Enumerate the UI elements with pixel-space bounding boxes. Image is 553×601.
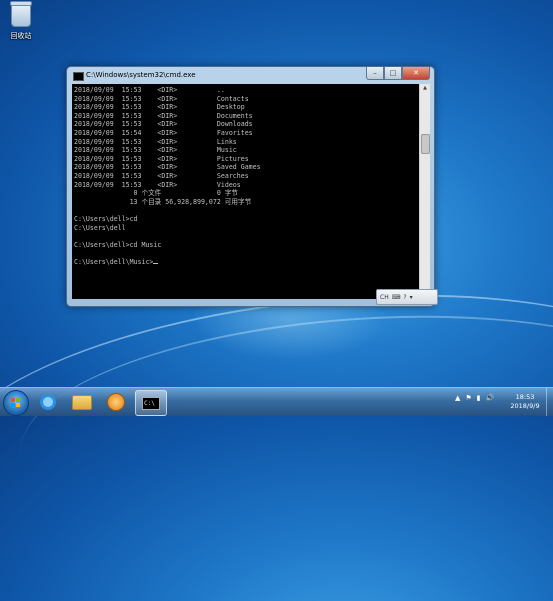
text-cursor bbox=[153, 262, 159, 264]
console-line: 2018/09/09 15:53 <DIR> Videos bbox=[74, 180, 241, 189]
cmd-window[interactable]: C:\Windows\system32\cmd.exe – □ ✕ 2018/0… bbox=[66, 66, 435, 307]
taskbar-explorer-button[interactable] bbox=[67, 390, 97, 414]
console-line: C:\Users\dell bbox=[74, 223, 126, 232]
console-line: 2018/09/09 15:53 <DIR> Music bbox=[74, 146, 237, 155]
volume-icon[interactable]: 🔊 bbox=[486, 394, 495, 402]
window-title: C:\Windows\system32\cmd.exe bbox=[86, 71, 196, 79]
show-hidden-icons-icon[interactable]: ▲ bbox=[455, 394, 460, 402]
taskbar-ie-button[interactable] bbox=[33, 390, 63, 414]
windows-logo-icon bbox=[11, 398, 21, 408]
console-line: 2018/09/09 15:53 <DIR> Pictures bbox=[74, 154, 249, 163]
options-icon[interactable]: ▾ bbox=[410, 294, 413, 301]
console-line: 0 个文件 0 字节 bbox=[74, 189, 238, 198]
console-line: 2018/09/09 15:53 <DIR> Documents bbox=[74, 111, 253, 120]
help-icon[interactable]: ? bbox=[403, 294, 406, 301]
console-line: 2018/09/09 15:53 <DIR> Saved Games bbox=[74, 163, 261, 172]
console-line: 2018/09/09 15:53 <DIR> Downloads bbox=[74, 120, 253, 129]
start-button[interactable] bbox=[3, 390, 29, 416]
system-tray: ▲ ⚑ ▮ 🔊 bbox=[455, 394, 494, 402]
recycle-bin-label: 回收站 bbox=[10, 32, 32, 40]
keyboard-icon[interactable]: ⌨ bbox=[392, 294, 401, 301]
clock-date: 2018/9/9 bbox=[510, 402, 540, 410]
console-line: C:\Users\dell>cd bbox=[74, 214, 138, 223]
console-line: 2018/09/09 15:53 <DIR> .. bbox=[74, 86, 225, 94]
language-bar[interactable]: CH ⌨ ? ▾ bbox=[376, 289, 438, 305]
scroll-thumb[interactable] bbox=[421, 134, 430, 154]
taskbar: C:\ ▲ ⚑ ▮ 🔊 18:53 2018/9/9 bbox=[0, 387, 553, 416]
console-line: 13 个目录 56,928,899,072 可用字节 bbox=[74, 197, 252, 206]
vertical-scrollbar[interactable]: ▲ ▼ bbox=[419, 84, 430, 299]
window-titlebar[interactable]: C:\Windows\system32\cmd.exe – □ ✕ bbox=[67, 67, 434, 84]
recycle-bin[interactable]: 回收站 bbox=[4, 1, 38, 41]
console-lines: 2018/09/09 15:53 <DIR> .. 2018/09/09 15:5… bbox=[74, 86, 261, 266]
action-center-icon[interactable]: ⚑ bbox=[465, 394, 471, 402]
scroll-up-icon[interactable]: ▲ bbox=[420, 84, 430, 93]
clock-time: 18:53 bbox=[515, 393, 535, 401]
taskbar-clock[interactable]: 18:53 2018/9/9 bbox=[505, 393, 545, 411]
recycle-bin-icon bbox=[10, 1, 32, 27]
language-indicator[interactable]: CH bbox=[380, 294, 389, 301]
show-desktop-button[interactable] bbox=[546, 388, 553, 416]
taskbar-media-button[interactable] bbox=[101, 390, 131, 414]
maximize-button[interactable]: □ bbox=[384, 67, 402, 80]
console-line: 2018/09/09 15:53 <DIR> Links bbox=[74, 137, 237, 146]
folder-icon bbox=[72, 394, 92, 410]
console-line: 2018/09/09 15:54 <DIR> Favorites bbox=[74, 128, 253, 137]
console-line: C:\Users\dell\Music> bbox=[74, 258, 261, 267]
console-output[interactable]: 2018/09/09 15:53 <DIR> .. 2018/09/09 15:5… bbox=[72, 84, 419, 299]
network-icon[interactable]: ▮ bbox=[477, 394, 481, 402]
window-controls: – □ ✕ bbox=[366, 67, 430, 80]
cmd-app-icon[interactable] bbox=[73, 72, 84, 81]
cmd-icon: C:\ bbox=[142, 396, 160, 410]
console-line: 2018/09/09 15:53 <DIR> Searches bbox=[74, 171, 249, 180]
console-line: C:\Users\dell>cd Music bbox=[74, 240, 162, 249]
close-button[interactable]: ✕ bbox=[402, 67, 430, 80]
console-line: 2018/09/09 15:53 <DIR> Desktop bbox=[74, 103, 245, 112]
console-line: 2018/09/09 15:53 <DIR> Contacts bbox=[74, 94, 249, 103]
taskbar-cmd-button[interactable]: C:\ bbox=[135, 390, 167, 416]
minimize-button[interactable]: – bbox=[366, 67, 384, 80]
internet-explorer-icon bbox=[40, 394, 56, 410]
media-player-icon bbox=[107, 393, 125, 411]
